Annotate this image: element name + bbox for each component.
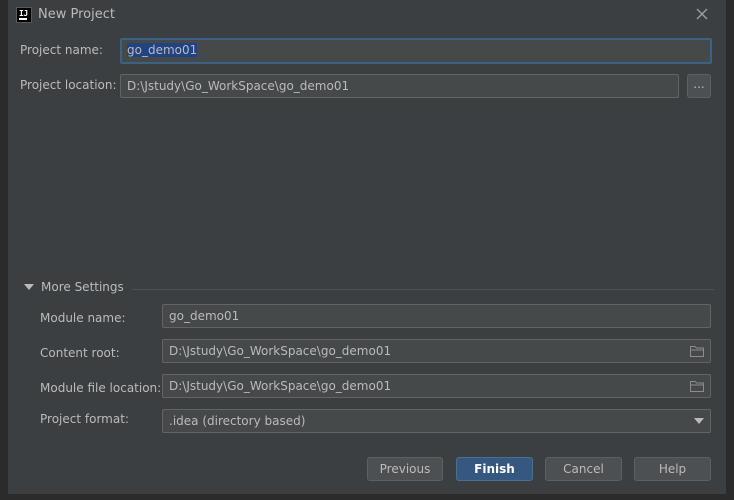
browse-location-button[interactable]: ... bbox=[687, 74, 711, 98]
dialog-title: New Project bbox=[38, 7, 115, 22]
project-name-value: go_demo01 bbox=[127, 43, 198, 57]
content-root-label: Content root: bbox=[40, 346, 120, 360]
previous-button[interactable]: Previous bbox=[367, 457, 443, 481]
project-location-input[interactable]: D:\Jstudy\Go_WorkSpace\go_demo01 bbox=[120, 74, 679, 98]
new-project-dialog: IJ New Project Project name: go_demo01 P… bbox=[0, 0, 734, 500]
folder-icon[interactable] bbox=[690, 380, 704, 392]
project-name-input[interactable]: go_demo01 bbox=[120, 38, 712, 64]
intellij-logo-icon: IJ bbox=[16, 7, 32, 23]
project-format-label: Project format: bbox=[40, 412, 129, 426]
title-bar[interactable]: IJ New Project bbox=[8, 0, 726, 30]
project-format-value: .idea (directory based) bbox=[169, 414, 306, 428]
more-settings-separator bbox=[132, 289, 714, 290]
help-button[interactable]: Help bbox=[634, 457, 711, 481]
module-file-location-input[interactable]: D:\Jstudy\Go_WorkSpace\go_demo01 bbox=[162, 374, 711, 398]
finish-button[interactable]: Finish bbox=[456, 457, 533, 481]
module-file-location-value: D:\Jstudy\Go_WorkSpace\go_demo01 bbox=[169, 379, 392, 393]
chevron-down-icon bbox=[694, 418, 704, 424]
dialog-border-left bbox=[0, 0, 8, 500]
more-settings-label: More Settings bbox=[41, 280, 124, 294]
dialog-border-bottom bbox=[0, 494, 734, 500]
project-format-select[interactable]: .idea (directory based) bbox=[162, 409, 711, 433]
module-name-label: Module name: bbox=[40, 311, 126, 325]
project-location-label: Project location: bbox=[20, 78, 117, 92]
collapse-triangle-icon bbox=[24, 284, 34, 290]
project-location-value: D:\Jstudy\Go_WorkSpace\go_demo01 bbox=[127, 79, 350, 93]
content-root-value: D:\Jstudy\Go_WorkSpace\go_demo01 bbox=[169, 344, 392, 358]
close-icon[interactable] bbox=[694, 6, 710, 22]
module-name-input[interactable]: go_demo01 bbox=[162, 304, 711, 328]
cancel-button[interactable]: Cancel bbox=[545, 457, 622, 481]
project-name-label: Project name: bbox=[20, 43, 103, 57]
module-file-location-label: Module file location: bbox=[40, 381, 162, 395]
dialog-border-right bbox=[726, 0, 734, 500]
module-name-value: go_demo01 bbox=[169, 309, 240, 323]
folder-icon[interactable] bbox=[690, 345, 704, 357]
content-root-input[interactable]: D:\Jstudy\Go_WorkSpace\go_demo01 bbox=[162, 339, 711, 363]
